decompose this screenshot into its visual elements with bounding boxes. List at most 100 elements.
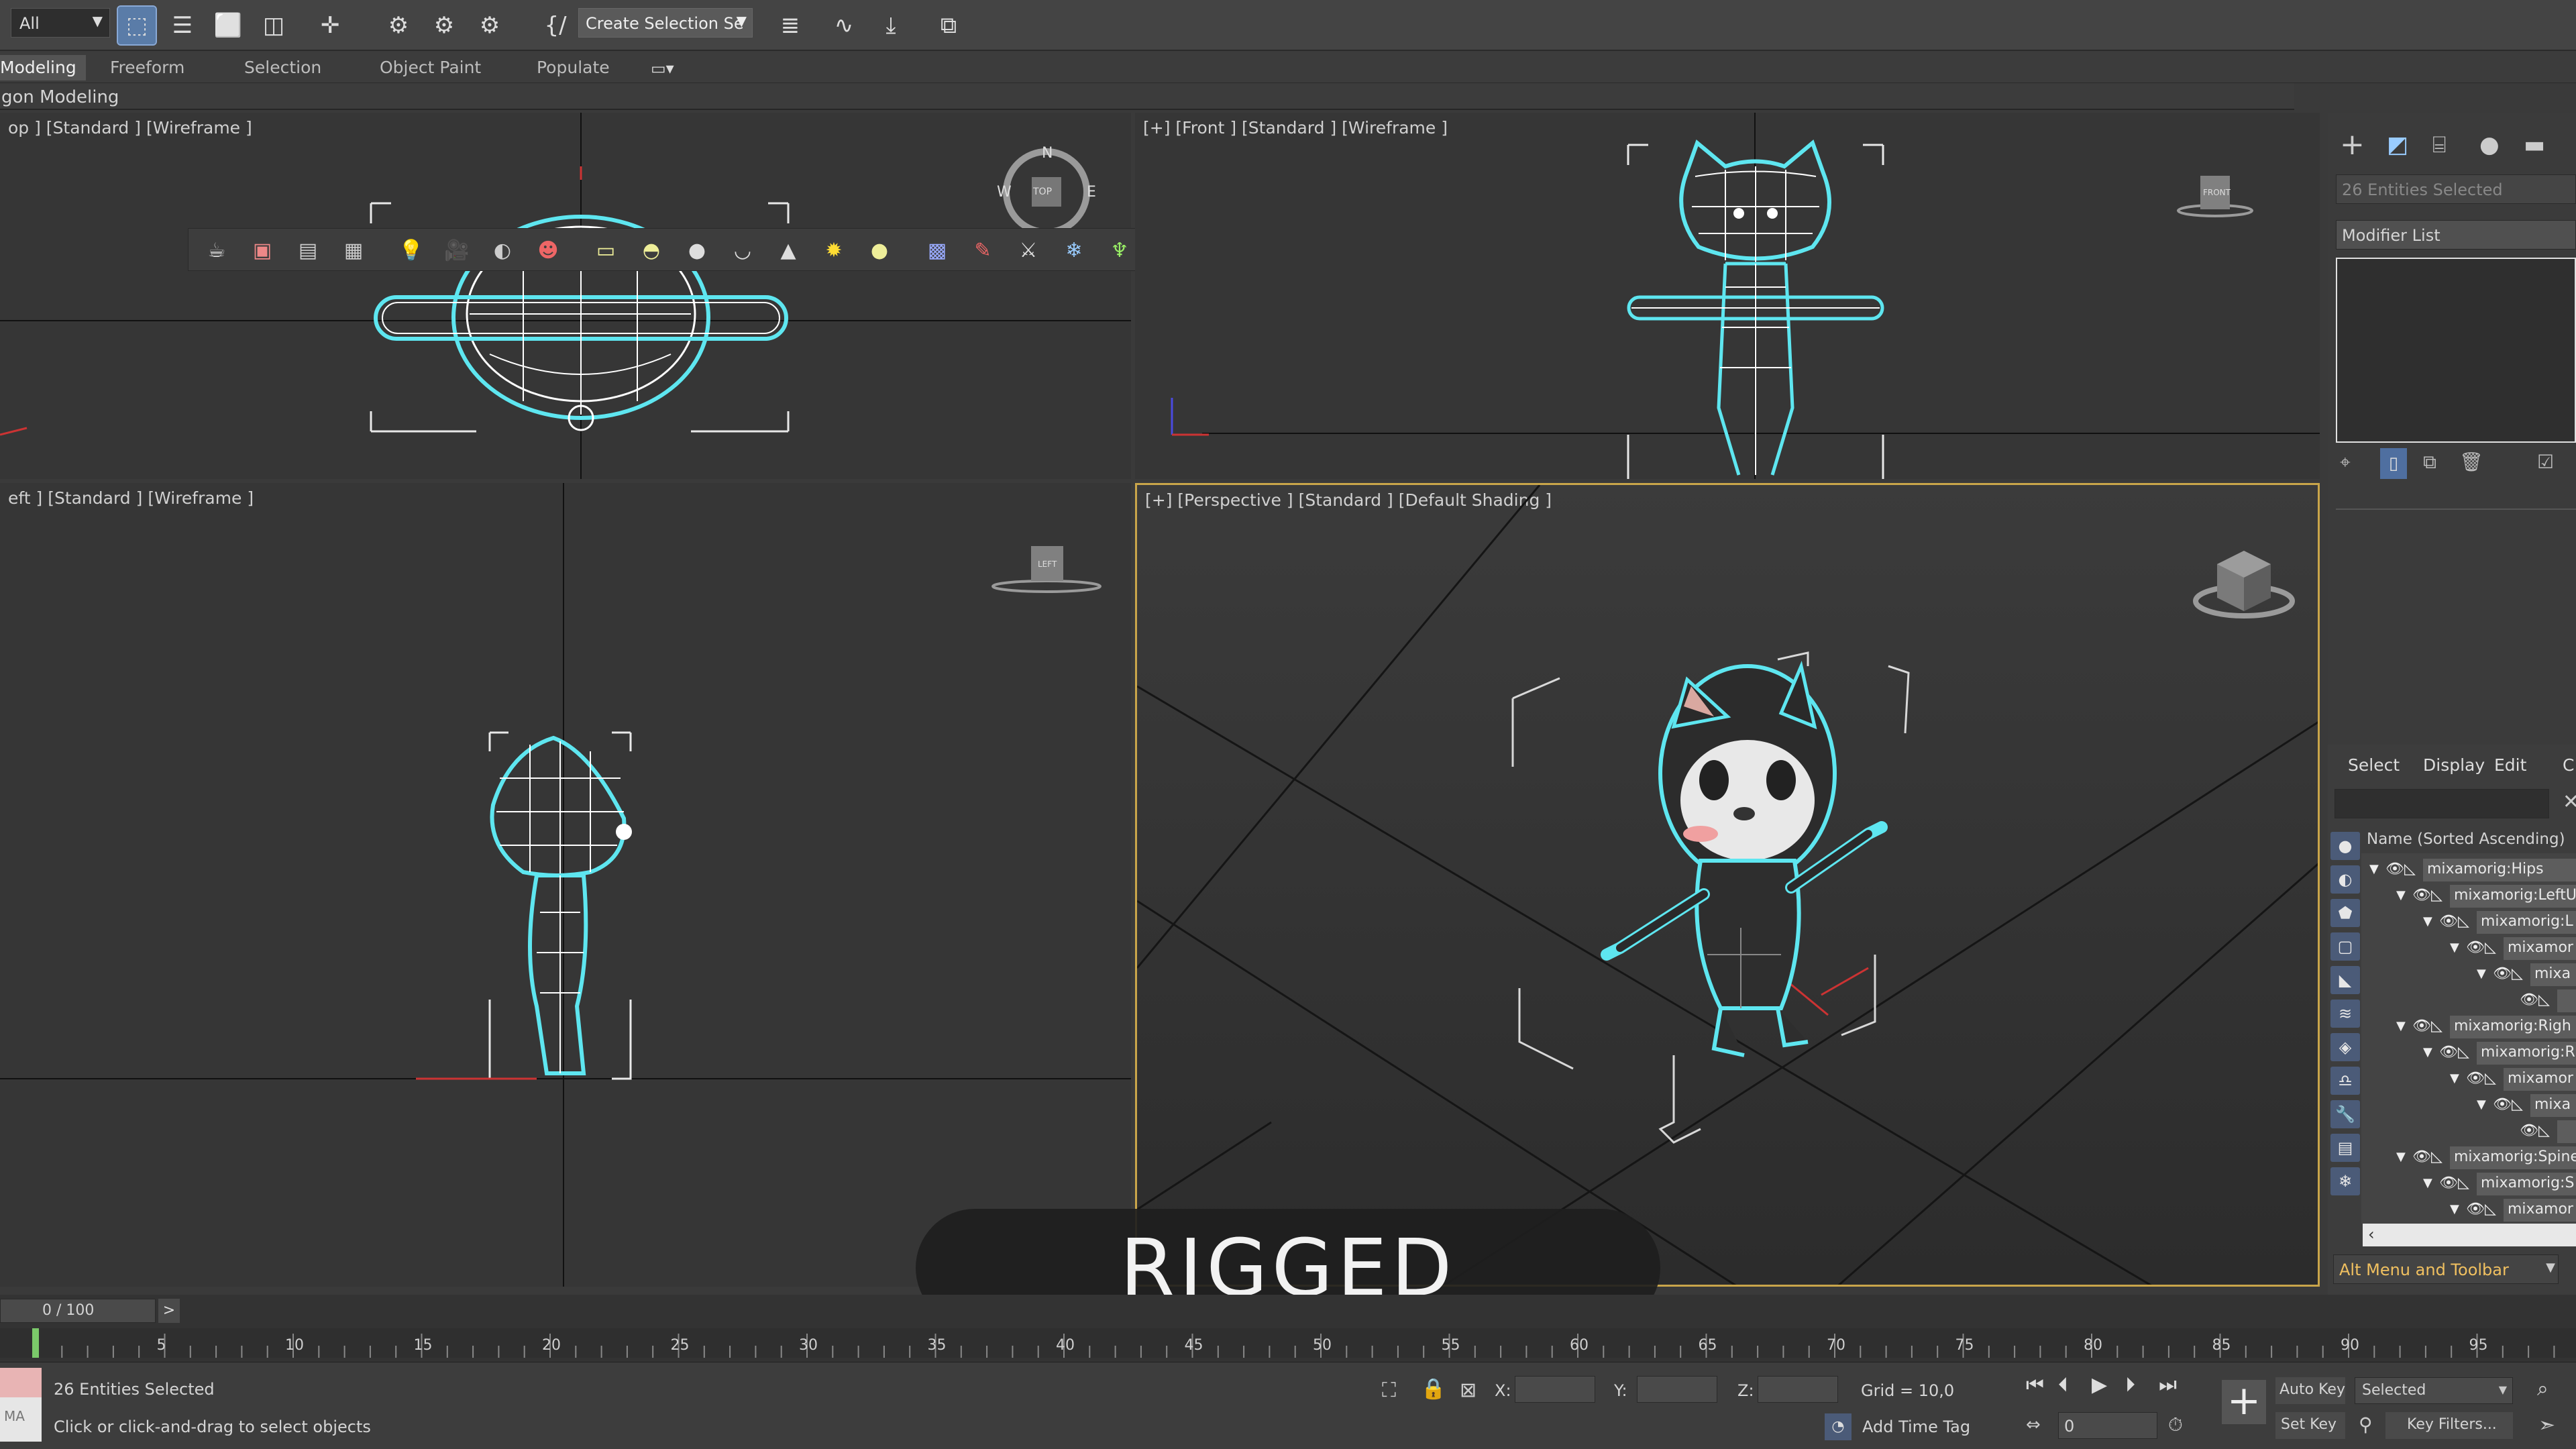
- time-slider-indicator[interactable]: [32, 1328, 39, 1358]
- selection-filter-dropdown[interactable]: All ▼: [11, 8, 110, 38]
- display-geometry-icon[interactable]: ⬟: [2330, 899, 2360, 927]
- play-icon[interactable]: ▶: [2092, 1373, 2107, 1397]
- unlink-icon[interactable]: ⚙: [425, 7, 463, 44]
- auto-key-button[interactable]: Auto Key: [2275, 1377, 2345, 1404]
- expand-triangle-icon[interactable]: ▼: [2450, 1067, 2459, 1091]
- select-by-name-icon[interactable]: ☰: [164, 7, 201, 44]
- isolate-selection-icon[interactable]: ⛶: [1382, 1379, 1396, 1402]
- cone-icon[interactable]: ▲: [772, 234, 804, 266]
- absolute-mode-icon[interactable]: ⊠: [1460, 1379, 1477, 1402]
- rect-selection-region-icon[interactable]: ⬜: [209, 7, 247, 44]
- biped-icon[interactable]: ☻: [532, 234, 564, 266]
- visibility-eye-icon[interactable]: 👁: [2493, 1093, 2512, 1117]
- tab-selection[interactable]: Selection: [235, 55, 331, 80]
- teapot-icon[interactable]: ☕: [201, 234, 233, 266]
- y-coordinate-field[interactable]: [1637, 1376, 1717, 1403]
- tree-row[interactable]: 👁 ◺: [2504, 988, 2576, 1012]
- tree-row[interactable]: ▼ 👁 ◺ mixamorig:S: [2423, 1171, 2576, 1195]
- tab-freeform[interactable]: Freeform: [101, 55, 194, 80]
- display-xrefs-icon[interactable]: ❄: [2330, 1167, 2360, 1195]
- material-editor-icon[interactable]: ⧉: [930, 7, 967, 44]
- expand-triangle-icon[interactable]: ▼: [2423, 910, 2432, 934]
- pin-stack-icon[interactable]: ⌖: [2340, 451, 2351, 474]
- tab-populate[interactable]: Populate: [527, 55, 619, 80]
- sky-icon[interactable]: ●: [863, 234, 896, 266]
- display-containers-icon[interactable]: ▤: [2330, 1134, 2360, 1162]
- visibility-eye-icon[interactable]: 👁: [2466, 1197, 2485, 1222]
- window-crossing-icon[interactable]: ◫: [255, 7, 292, 44]
- explorer-scrollbar[interactable]: ‹: [2363, 1224, 2576, 1246]
- display-bones-icon[interactable]: 🔧: [2330, 1100, 2360, 1128]
- x-coordinate-field[interactable]: [1515, 1376, 1595, 1403]
- constraint-icon[interactable]: ⚔: [1012, 234, 1044, 266]
- expand-triangle-icon[interactable]: ▼: [2396, 1145, 2406, 1169]
- visibility-eye-icon[interactable]: 👁: [2493, 962, 2512, 986]
- set-key-big-button[interactable]: +: [2222, 1380, 2266, 1424]
- visibility-eye-icon[interactable]: 👁: [2520, 988, 2538, 1012]
- select-object-icon[interactable]: ⬚: [117, 5, 157, 46]
- tab-modeling[interactable]: Modeling: [0, 55, 86, 80]
- explorer-tab-edit[interactable]: Edit: [2494, 755, 2526, 775]
- viewport-top[interactable]: op ] [Standard ] [Wireframe ] TOP N W E: [0, 113, 1131, 479]
- viewport-navigation-icon[interactable]: ➣: [2538, 1413, 2555, 1437]
- close-icon[interactable]: ✕: [2563, 790, 2576, 814]
- viewport-perspective[interactable]: [+] [Perspective ] [Standard ] [Default …: [1135, 483, 2320, 1287]
- hair-icon[interactable]: ♆: [1104, 234, 1136, 266]
- modify-tab-icon[interactable]: ◩: [2387, 131, 2408, 158]
- z-coordinate-field[interactable]: [1758, 1376, 1838, 1403]
- add-time-tag[interactable]: Add Time Tag: [1862, 1417, 1970, 1436]
- visibility-eye-icon[interactable]: 👁: [2439, 1171, 2458, 1195]
- expand-triangle-icon[interactable]: ▼: [2477, 1093, 2486, 1117]
- show-end-result-icon[interactable]: ▯: [2380, 448, 2407, 479]
- tree-row[interactable]: ▼ 👁 ◺ mixa: [2477, 962, 2576, 986]
- tree-row[interactable]: 👁 ◺: [2504, 1119, 2576, 1143]
- create-tab-icon[interactable]: +: [2340, 127, 2365, 162]
- go-to-start-icon[interactable]: ⏮: [2026, 1373, 2044, 1397]
- schematic-view-icon[interactable]: ⤓: [872, 7, 910, 44]
- display-all-icon[interactable]: ◐: [2330, 865, 2360, 894]
- next-frame-icon[interactable]: ⏵: [2125, 1373, 2135, 1397]
- make-unique-icon[interactable]: ⧉: [2423, 451, 2436, 474]
- tree-row[interactable]: ▼ 👁 ◺ mixa: [2477, 1093, 2576, 1117]
- tree-row[interactable]: ▼ 👁 ◺ mixamorig:Hips: [2369, 857, 2576, 881]
- modifier-stack[interactable]: [2336, 258, 2576, 443]
- time-tag-icon[interactable]: ◔: [1825, 1413, 1851, 1440]
- expand-triangle-icon[interactable]: ▼: [2477, 962, 2486, 986]
- configure-sets-icon[interactable]: ☑: [2537, 451, 2554, 473]
- tree-row[interactable]: ▼ 👁 ◺ mixamorig:L: [2423, 910, 2576, 934]
- sphere-icon[interactable]: ●: [681, 234, 713, 266]
- tree-row[interactable]: ▼ 👁 ◺ mixamorig:Spine: [2396, 1145, 2576, 1169]
- visibility-eye-icon[interactable]: 👁: [2385, 857, 2404, 881]
- tree-row[interactable]: ▼ 👁 ◺ mixamor: [2450, 936, 2576, 960]
- particle-icon[interactable]: ❄: [1058, 234, 1090, 266]
- tree-row[interactable]: ▼ 👁 ◺ mixamorig:LeftU: [2396, 883, 2576, 908]
- visibility-eye-icon[interactable]: 👁: [2466, 936, 2485, 960]
- plane-icon[interactable]: ▭: [590, 234, 622, 266]
- named-selection-braces-icon[interactable]: {/: [537, 7, 574, 44]
- go-to-end-icon[interactable]: ⏭: [2159, 1373, 2177, 1397]
- time-config-icon[interactable]: ⏱: [2168, 1413, 2183, 1436]
- helper-icon[interactable]: ◐: [486, 234, 519, 266]
- explorer-tab-display[interactable]: Display: [2423, 755, 2485, 775]
- key-filters-button[interactable]: Key Filters...: [2385, 1412, 2513, 1439]
- display-lights-icon[interactable]: ◣: [2330, 966, 2360, 994]
- bind-space-warp-icon[interactable]: ⚙: [471, 7, 508, 44]
- viewcube-left[interactable]: LEFT: [989, 539, 1104, 600]
- viewcube-perspective[interactable]: [2190, 537, 2298, 625]
- object-name-field[interactable]: 26 Entities Selected: [2336, 174, 2576, 204]
- cloth-icon[interactable]: ▩: [921, 234, 953, 266]
- render-window-icon[interactable]: ▦: [337, 234, 370, 266]
- ribbon-options-icon[interactable]: ▭▾: [651, 59, 674, 78]
- display-cameras-icon[interactable]: ≋: [2330, 1000, 2360, 1028]
- tree-row[interactable]: ▼ 👁 ◺ mixamorig:R: [2423, 1040, 2576, 1065]
- tree-row[interactable]: ▼ 👁 ◺ mixamor: [2450, 1197, 2576, 1222]
- visibility-eye-icon[interactable]: 👁: [2439, 1040, 2458, 1065]
- expand-triangle-icon[interactable]: ▼: [2369, 857, 2379, 881]
- curve-editor-icon[interactable]: ∿: [825, 7, 863, 44]
- visibility-eye-icon[interactable]: 👁: [2412, 883, 2431, 908]
- display-shapes-icon[interactable]: ▢: [2330, 932, 2360, 961]
- display-none-icon[interactable]: ●: [2330, 832, 2360, 860]
- bowl-icon[interactable]: ◡: [727, 234, 759, 266]
- camera-icon[interactable]: 🎥: [441, 234, 473, 266]
- key-mode-dropdown[interactable]: Selected ▼: [2355, 1377, 2513, 1404]
